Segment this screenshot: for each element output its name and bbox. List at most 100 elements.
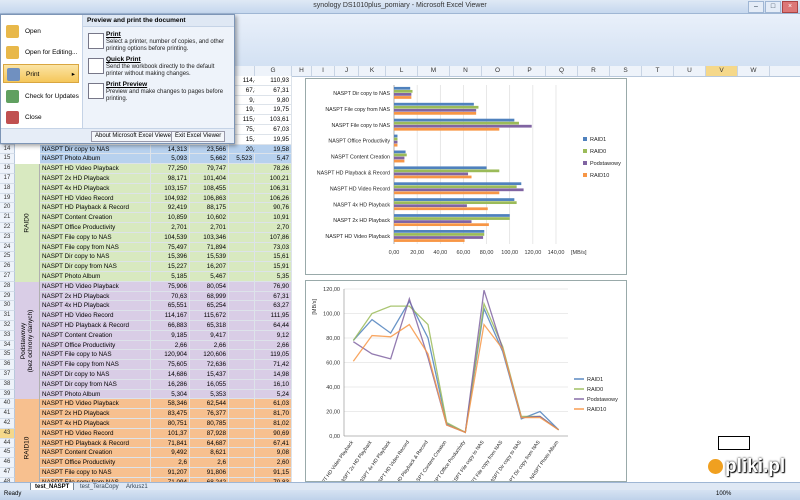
row-number[interactable]: 42	[0, 419, 15, 429]
row-label[interactable]: NASPT Photo Album	[40, 154, 151, 165]
average-cell[interactable]: 81,70	[255, 409, 292, 419]
value-cell[interactable]: 16,055	[190, 379, 229, 390]
value-cell[interactable]: 114,167	[151, 311, 190, 321]
value-cell[interactable]: 65,254	[190, 301, 229, 312]
print-option-quick-print[interactable]: Quick Print Send the workbook directly to…	[86, 56, 232, 80]
column-header-cell[interactable]: T	[642, 66, 674, 76]
column-header-cell[interactable]: H	[292, 66, 312, 76]
average-cell[interactable]: 9,08	[255, 448, 292, 459]
value-cell[interactable]: 5,185	[151, 272, 190, 282]
value-cell[interactable]: 75,906	[151, 281, 190, 292]
zoom-level[interactable]: 100%	[716, 491, 731, 497]
bar[interactable]	[394, 89, 413, 93]
average-cell[interactable]: 67,31	[255, 85, 292, 96]
average-cell[interactable]: 106,31	[255, 183, 292, 194]
value-cell[interactable]: 87,928	[190, 428, 229, 439]
row-label[interactable]: NASPT Photo Album	[40, 272, 151, 282]
column-header-cell[interactable]: V	[706, 66, 738, 76]
row-label[interactable]: NASPT HD Video Playback	[40, 164, 151, 174]
value-cell[interactable]: 80,785	[190, 419, 229, 429]
row-label[interactable]: NASPT 4x HD Playback	[40, 183, 151, 194]
average-cell[interactable]: 63,27	[255, 301, 292, 312]
row-label[interactable]: NASPT 2x HD Playback	[40, 409, 151, 419]
row-label[interactable]: NASPT 4x HD Playback	[40, 419, 151, 429]
column-header-cell[interactable]: U	[674, 66, 706, 76]
row-number[interactable]: 47	[0, 468, 15, 478]
bar[interactable]	[394, 207, 488, 211]
value-cell[interactable]: 2,6	[151, 458, 190, 468]
value-cell[interactable]: 64,687	[190, 438, 229, 449]
maximize-button[interactable]: □	[765, 1, 781, 13]
menu-item-open-for-editing[interactable]: Open for Editing...	[3, 43, 79, 62]
value-cell[interactable]: 72,636	[190, 360, 229, 370]
row-number[interactable]: 35	[0, 350, 15, 361]
bar[interactable]	[394, 223, 489, 227]
bar[interactable]	[394, 137, 398, 141]
value-cell[interactable]: 66,883	[151, 321, 190, 331]
row-label[interactable]: NASPT Photo Album	[40, 389, 151, 400]
value-cell[interactable]: 2,66	[190, 340, 229, 351]
bar[interactable]	[394, 140, 398, 144]
row-number[interactable]: 41	[0, 409, 15, 419]
row-label[interactable]: NASPT Dir copy from NAS	[40, 262, 151, 272]
bar[interactable]	[394, 175, 472, 179]
value-cell[interactable]: 71,841	[151, 438, 190, 449]
bar[interactable]	[394, 156, 405, 160]
value-cell[interactable]: 15,396	[151, 252, 190, 263]
value-cell[interactable]: 5,304	[151, 389, 190, 400]
value-cell[interactable]: 104,932	[151, 193, 190, 204]
print-option-print[interactable]: Print Select a printer, number of copies,…	[86, 31, 232, 55]
value-cell[interactable]: 88,175	[190, 203, 229, 214]
column-header-cell[interactable]: I	[312, 66, 335, 76]
group-label-cell[interactable]: Podstawowy (bez ochrony danych)	[15, 281, 40, 400]
row-label[interactable]: NASPT HD Video Playback	[40, 399, 151, 410]
average-cell[interactable]: 76,90	[255, 281, 292, 292]
average-cell[interactable]: 67,41	[255, 438, 292, 449]
bar[interactable]	[394, 166, 487, 170]
value-cell[interactable]: 9,185	[151, 330, 190, 341]
value-cell[interactable]: 91,207	[151, 468, 190, 478]
value-cell[interactable]: 98,171	[151, 174, 190, 184]
column-header-cell[interactable]: Q	[546, 66, 578, 76]
average-cell[interactable]: 81,02	[255, 419, 292, 429]
average-cell[interactable]: 14,98	[255, 370, 292, 380]
value-cell[interactable]: 5,523	[229, 154, 255, 165]
bar[interactable]	[394, 188, 524, 192]
value-cell[interactable]: 71,894	[190, 242, 229, 253]
bar[interactable]	[394, 153, 407, 157]
row-number[interactable]: 34	[0, 340, 15, 351]
value-cell[interactable]: 5,093	[151, 154, 190, 165]
value-cell[interactable]: 23,566	[190, 144, 229, 155]
value-cell[interactable]: 79,747	[190, 164, 229, 174]
series-line-podstawowy[interactable]	[352, 290, 560, 434]
column-header-cell[interactable]: K	[359, 66, 386, 76]
row-label[interactable]: NASPT File copy to NAS	[40, 468, 151, 478]
row-number[interactable]: 16	[0, 164, 15, 174]
series-line-raid1[interactable]	[352, 299, 560, 434]
bar[interactable]	[394, 86, 411, 90]
average-cell[interactable]: 110,93	[255, 76, 292, 86]
value-cell[interactable]: 92,419	[151, 203, 190, 214]
average-cell[interactable]: 67,03	[255, 125, 292, 135]
row-label[interactable]: NASPT HD Playback & Record	[40, 203, 151, 214]
value-cell[interactable]: 9,417	[190, 330, 229, 341]
bar[interactable]	[394, 105, 479, 109]
bar[interactable]	[394, 182, 522, 186]
row-number[interactable]: 46	[0, 458, 15, 468]
column-header-cell[interactable]: O	[482, 66, 514, 76]
average-cell[interactable]: 106,26	[255, 193, 292, 204]
bar[interactable]	[394, 198, 515, 201]
bar[interactable]	[394, 233, 485, 236]
menu-item-close[interactable]: Close	[3, 108, 79, 127]
minimize-button[interactable]: –	[748, 1, 764, 13]
column-header-cell[interactable]: W	[738, 66, 770, 76]
bar[interactable]	[394, 127, 500, 131]
bar[interactable]	[394, 102, 474, 106]
bar[interactable]	[394, 96, 412, 99]
average-cell[interactable]: 90,69	[255, 428, 292, 439]
row-number[interactable]: 14	[0, 144, 15, 155]
bar[interactable]	[394, 239, 465, 242]
menu-item-check-for-updates[interactable]: Check for Updates	[3, 87, 79, 106]
row-number[interactable]: 28	[0, 281, 15, 292]
bar[interactable]	[394, 230, 485, 233]
